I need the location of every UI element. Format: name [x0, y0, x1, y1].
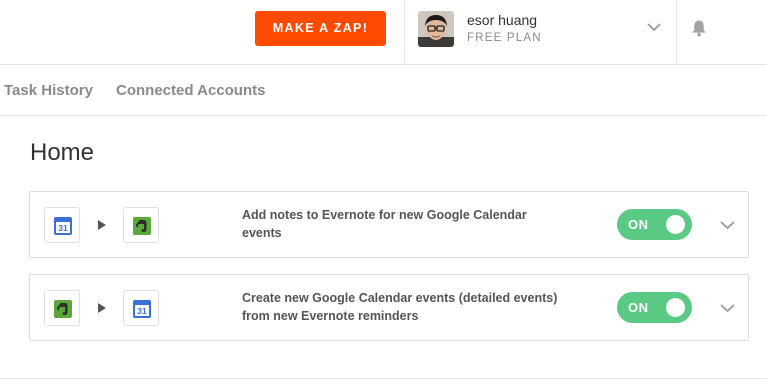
zap-card[interactable]: 31 Add notes to Evernote for new Google …	[29, 191, 749, 258]
evernote-icon	[123, 207, 159, 243]
page-title: Home	[30, 139, 95, 166]
evernote-icon	[44, 290, 80, 326]
play-arrow-icon	[98, 303, 106, 313]
toggle-knob	[666, 215, 685, 234]
chevron-down-icon[interactable]	[719, 219, 736, 231]
avatar-image	[418, 11, 454, 47]
nav-item-connected-accounts[interactable]: Connected Accounts	[116, 82, 265, 99]
zap-card[interactable]: 31 Create new Google Calendar events (de…	[29, 274, 749, 341]
play-arrow-icon	[98, 220, 106, 230]
bell-icon[interactable]	[689, 18, 709, 38]
chevron-down-icon[interactable]	[719, 302, 736, 314]
sub-navigation: Task History Connected Accounts	[0, 65, 767, 116]
calendar-icon-text: 31	[137, 306, 147, 316]
make-a-zap-button[interactable]: MAKE A ZAP!	[255, 11, 386, 46]
google-calendar-icon: 31	[123, 290, 159, 326]
divider	[0, 378, 767, 379]
top-bar: MAKE A ZAP! esor huang FREE PLAN	[0, 0, 767, 65]
user-name[interactable]: esor huang	[467, 12, 537, 28]
nav-item-task-history[interactable]: Task History	[4, 82, 93, 99]
divider	[404, 0, 405, 64]
toggle-knob	[666, 298, 685, 317]
toggle-label: ON	[628, 217, 649, 232]
calendar-icon-text: 31	[58, 223, 68, 233]
avatar[interactable]	[418, 11, 454, 47]
zap-description[interactable]: Create new Google Calendar events (detai…	[242, 289, 562, 325]
divider	[676, 0, 677, 64]
zap-description[interactable]: Add notes to Evernote for new Google Cal…	[242, 206, 562, 242]
user-plan: FREE PLAN	[467, 32, 542, 44]
google-calendar-icon: 31	[44, 207, 80, 243]
toggle-label: ON	[628, 300, 649, 315]
chevron-down-icon[interactable]	[645, 20, 663, 34]
zap-toggle[interactable]: ON	[617, 292, 692, 323]
zap-toggle[interactable]: ON	[617, 209, 692, 240]
